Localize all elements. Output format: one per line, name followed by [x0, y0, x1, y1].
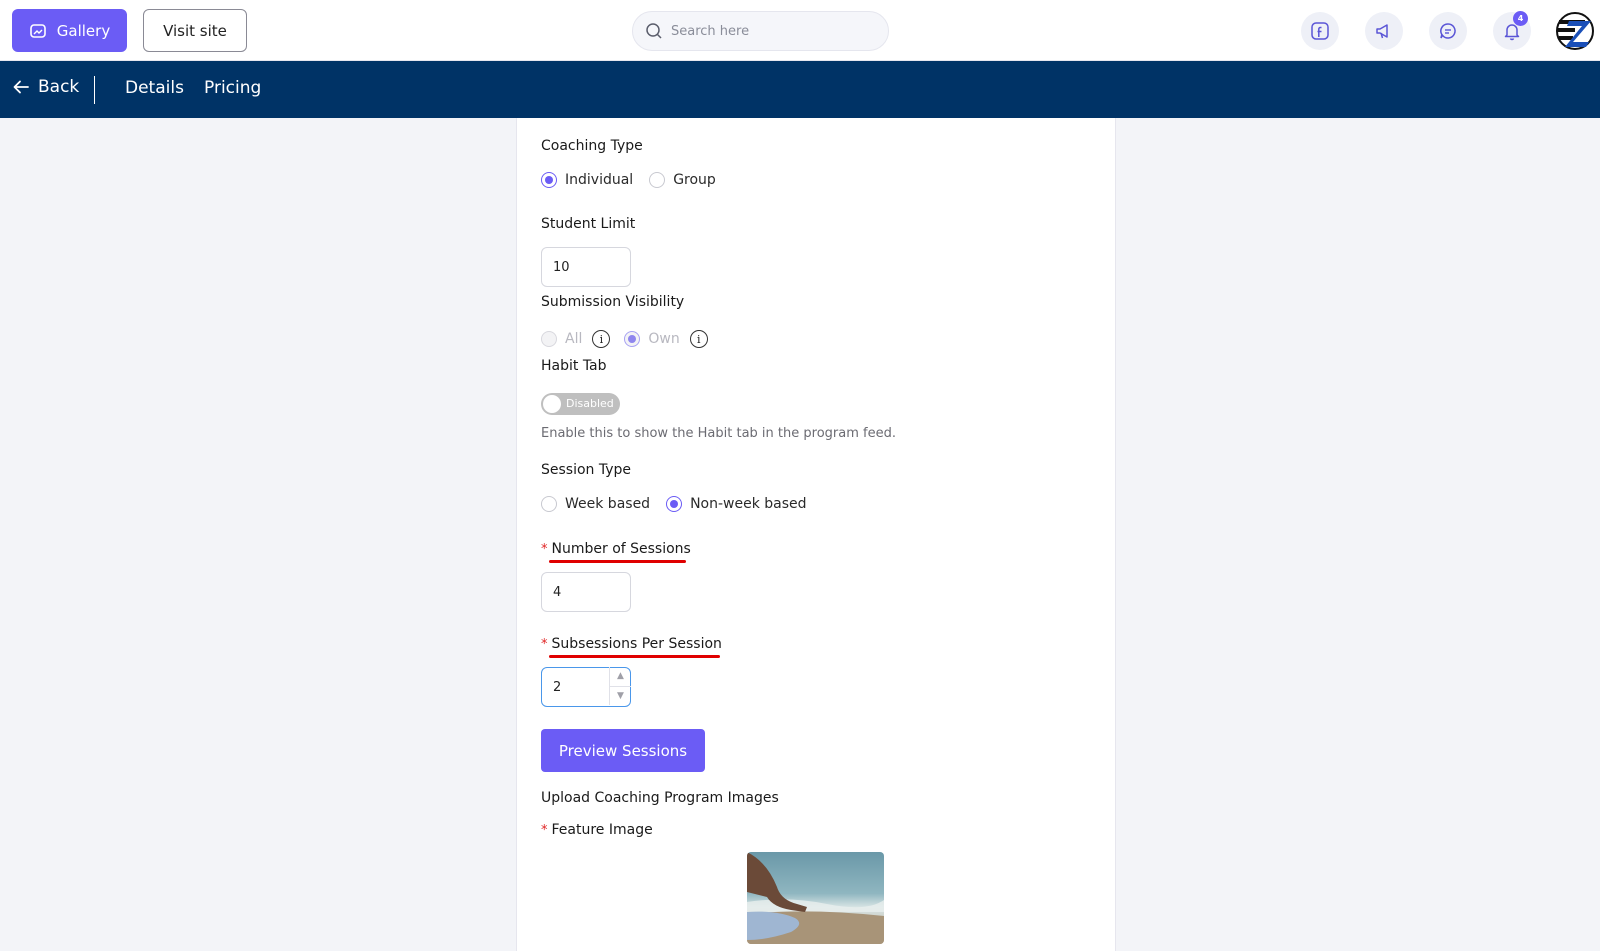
facebook-icon [1311, 22, 1329, 40]
submission-visibility-label: Submission Visibility [541, 294, 685, 310]
annotation-underline [549, 655, 720, 658]
radio-week-based[interactable] [541, 496, 557, 512]
required-mark: * [541, 542, 548, 557]
notifications-button[interactable]: 4 [1493, 11, 1531, 50]
coaching-type-label: Coaching Type [541, 138, 643, 154]
announcements-button[interactable] [1365, 12, 1403, 50]
nav-divider [94, 76, 95, 104]
required-mark: * [541, 823, 548, 838]
top-bar: Gallery Visit site 4 [0, 0, 1600, 61]
number-of-sessions-input[interactable] [541, 572, 631, 612]
chat-button[interactable] [1429, 12, 1467, 50]
search-input[interactable] [671, 23, 871, 39]
habit-tab-label: Habit Tab [541, 358, 607, 374]
session-type-label: Session Type [541, 462, 632, 478]
tab-pricing[interactable]: Pricing [204, 78, 261, 98]
number-stepper: ▲ ▼ [609, 667, 631, 705]
habit-tab-hint: Enable this to show the Habit tab in the… [541, 426, 896, 441]
preview-sessions-button[interactable]: Preview Sessions [541, 729, 705, 772]
radio-all-label: All [565, 331, 583, 347]
tab-details[interactable]: Details [125, 78, 184, 98]
chat-icon [1440, 23, 1456, 39]
info-icon[interactable]: i [592, 330, 611, 348]
program-form-panel: Coaching Type Individual Group Student L… [516, 118, 1116, 951]
search-icon [646, 23, 662, 39]
upload-images-heading: Upload Coaching Program Images [541, 790, 779, 806]
student-limit-input[interactable] [541, 247, 631, 287]
notification-badge: 4 [1513, 11, 1528, 26]
radio-group-label: Group [673, 172, 716, 188]
required-mark: * [541, 637, 548, 652]
radio-own-label: Own [648, 331, 680, 347]
arrow-left-icon [13, 80, 29, 94]
back-label: Back [38, 77, 80, 97]
habit-tab-toggle[interactable]: Disabled [541, 393, 620, 415]
radio-own[interactable] [624, 331, 641, 347]
radio-week-based-label: Week based [565, 496, 651, 512]
user-avatar[interactable] [1555, 11, 1595, 51]
number-of-sessions-text: Number of Sessions [551, 541, 691, 557]
info-icon[interactable]: i [689, 330, 708, 348]
radio-individual-label: Individual [565, 172, 634, 188]
gallery-button-label: Gallery [56, 21, 111, 40]
megaphone-icon [1376, 24, 1388, 39]
toggle-state-text: Disabled [566, 397, 614, 410]
subsessions-input-wrapper: ▲ ▼ [541, 667, 631, 707]
gallery-icon [29, 23, 46, 38]
number-of-sessions-label: * Number of Sessions [541, 541, 691, 557]
back-link[interactable]: Back [12, 77, 79, 97]
radio-non-week-based-label: Non-week based [690, 496, 807, 512]
feature-image-preview[interactable] [747, 852, 884, 944]
toggle-knob [543, 395, 561, 413]
gallery-button[interactable]: Gallery [12, 9, 127, 52]
feature-image-text: Feature Image [551, 822, 653, 838]
chevron-up-icon[interactable]: ▲ [610, 667, 631, 687]
radio-group[interactable] [649, 172, 666, 188]
submission-visibility-radio-group: All i Own i [541, 330, 722, 348]
chevron-down-icon[interactable]: ▼ [610, 687, 631, 706]
student-limit-label: Student Limit [541, 216, 636, 232]
sub-navbar: Back Details Pricing [0, 61, 1600, 118]
radio-individual[interactable] [541, 172, 557, 188]
subsessions-per-session-label: * Subsessions Per Session [541, 636, 722, 652]
feature-image-label: * Feature Image [541, 822, 653, 838]
visit-site-button[interactable]: Visit site [143, 9, 247, 52]
subsessions-per-session-text: Subsessions Per Session [551, 636, 722, 652]
brand-logo-icon [1556, 12, 1594, 50]
coaching-type-radio-group: Individual Group [541, 172, 716, 188]
session-type-radio-group: Week based Non-week based [541, 496, 807, 512]
radio-non-week-based[interactable] [666, 496, 683, 512]
meditation-photo [747, 852, 884, 944]
radio-all[interactable] [541, 331, 557, 347]
search-box[interactable] [632, 11, 889, 51]
facebook-button[interactable] [1301, 12, 1339, 50]
annotation-underline [549, 560, 686, 563]
